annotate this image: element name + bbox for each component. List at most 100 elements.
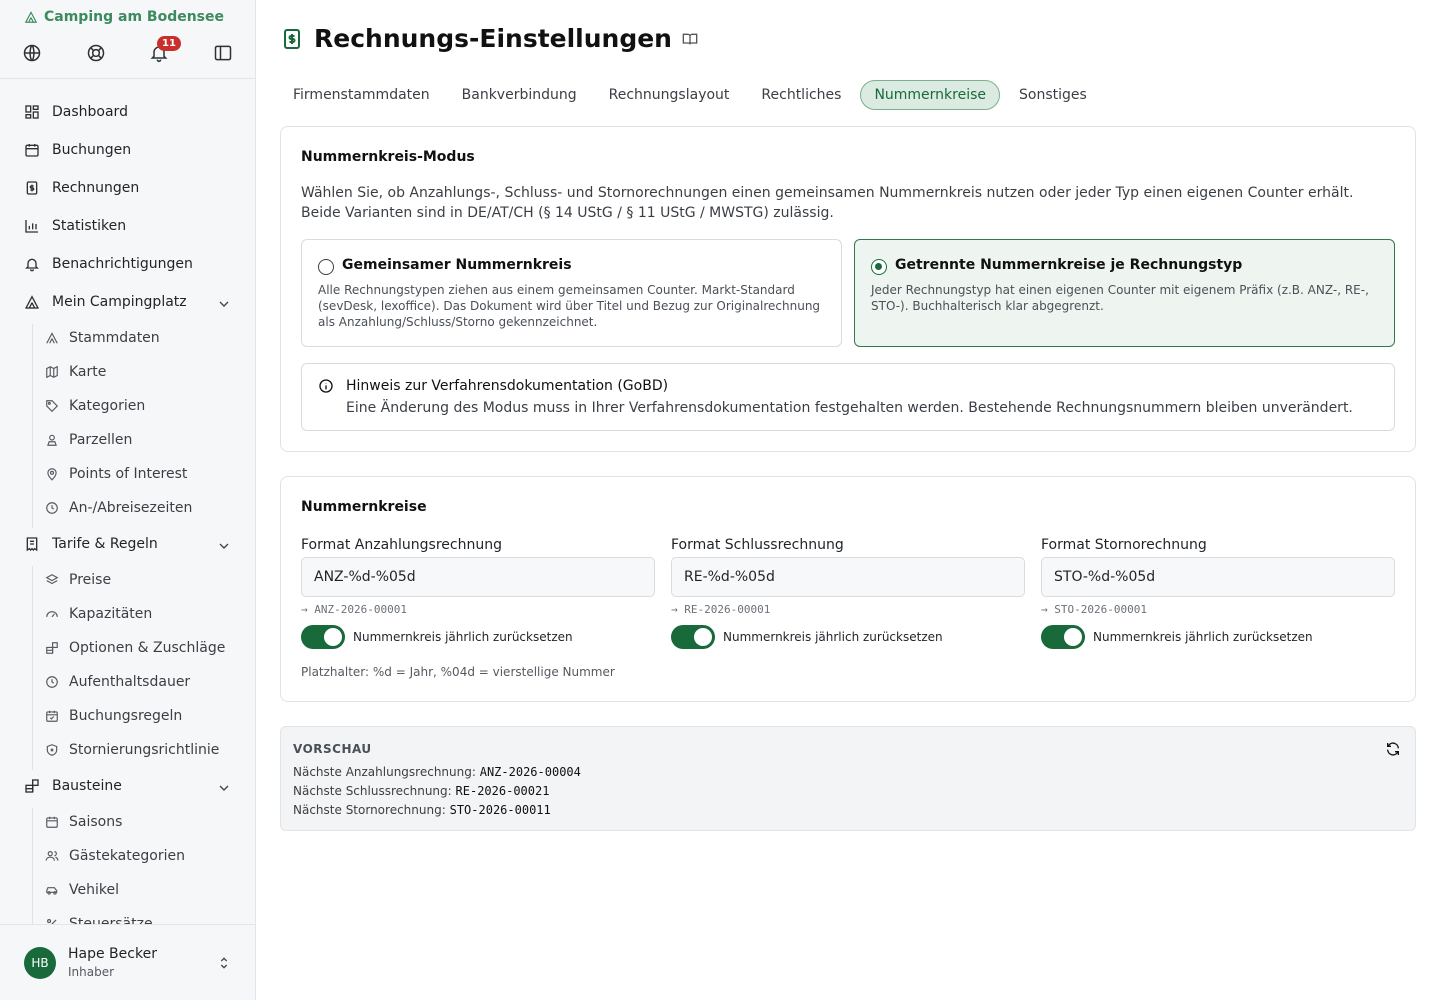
bell-icon xyxy=(25,258,39,272)
sidebar-subitem-label: Preise xyxy=(69,572,112,588)
sidebar-subitem-label: An-/Abreisezeiten xyxy=(69,500,193,516)
notifications-button[interactable]: 11 xyxy=(147,36,181,65)
sidebar-item-buchungen[interactable]: Buchungen xyxy=(24,138,131,162)
radio-shared-counter[interactable] xyxy=(318,259,334,275)
field-label: Format Stornorechnung xyxy=(1041,537,1207,553)
sidebar-item-label: Mein Campingplatz xyxy=(52,294,187,310)
option-title: Getrennte Nummernkreise je Rechnungstyp xyxy=(895,257,1243,273)
sidebar-subitem-label: Buchungsregeln xyxy=(69,708,183,724)
sidebar-item-rechnungen[interactable]: Rechnungen xyxy=(24,176,139,200)
preview-label: Nächste Stornorechnung: xyxy=(293,803,446,817)
number-ranges-title: Nummernkreise xyxy=(301,499,427,515)
mode-description-line: Wählen Sie, ob Anzahlungs-, Schluss- und… xyxy=(301,185,1354,201)
sidebar-subitem-points-of-interest[interactable]: Points of Interest xyxy=(45,463,187,485)
field-label: Format Anzahlungsrechnung xyxy=(301,537,502,553)
submenu-line xyxy=(32,808,33,924)
hint-title: Hinweis zur Verfahrensdokumentation (GoB… xyxy=(346,378,669,394)
book-open-icon[interactable] xyxy=(682,31,698,47)
sidebar-subitem-optionen[interactable]: Optionen & Zuschläge xyxy=(45,637,225,659)
tent-icon xyxy=(46,332,58,344)
calendar-icon xyxy=(46,816,58,828)
chevron-down-icon[interactable] xyxy=(216,780,232,796)
sidebar-subitem-steuersaetze[interactable]: Steuersätze xyxy=(45,913,153,924)
main-content: Rechnungs-Einstellungen Firmenstammdaten… xyxy=(256,0,1440,1000)
preview-schluss: Nächste Schlussrechnung: RE-2026-00021 xyxy=(293,784,549,798)
globe-icon xyxy=(23,44,41,62)
option-separate-counters[interactable]: Getrennte Nummernkreise je Rechnungstyp … xyxy=(854,239,1395,347)
preview-label: Nächste Anzahlungsrechnung: xyxy=(293,765,476,779)
clock-icon xyxy=(46,502,58,514)
bar-chart-icon xyxy=(25,220,38,233)
users-icon xyxy=(45,851,59,861)
sidebar-item-mein-campingplatz[interactable]: Mein Campingplatz xyxy=(24,290,187,314)
blocks-icon xyxy=(25,779,39,793)
chevron-down-icon[interactable] xyxy=(216,538,232,554)
sidebar-subitem-label: Aufenthaltsdauer xyxy=(69,674,191,690)
sidebar-subitem-vehikel[interactable]: Vehikel xyxy=(45,879,119,901)
tab-nummernkreise[interactable]: Nummernkreise xyxy=(860,80,1001,110)
submenu-line xyxy=(32,566,33,770)
sidebar-subitem-gaestekategorien[interactable]: Gästekategorien xyxy=(45,845,185,867)
language-button[interactable] xyxy=(20,41,44,65)
field-schluss: Format Schlussrechnung → RE-2026-00001 N… xyxy=(671,537,1025,649)
toggle-label: Nummernkreis jährlich zurücksetzen xyxy=(1093,630,1313,644)
radio-separate-counters[interactable] xyxy=(871,259,887,275)
sidebar-subitem-aufenthaltsdauer[interactable]: Aufenthaltsdauer xyxy=(45,671,190,693)
sidebar-subitem-kapazitaeten[interactable]: Kapazitäten xyxy=(45,603,152,625)
reset-yearly-toggle-storno[interactable] xyxy=(1041,625,1085,649)
format-schluss-input[interactable] xyxy=(671,557,1025,597)
format-anzahlung-input[interactable] xyxy=(301,557,655,597)
user-role: Inhaber xyxy=(68,965,115,979)
notification-badge: 11 xyxy=(157,36,181,51)
field-label: Format Schlussrechnung xyxy=(671,537,844,553)
toggle-sidebar-button[interactable] xyxy=(211,41,235,65)
sidebar-subitem-an-abreisezeiten[interactable]: An-/Abreisezeiten xyxy=(45,497,192,519)
mode-card-title: Nummernkreis-Modus xyxy=(301,149,475,165)
reset-yearly-row: Nummernkreis jährlich zurücksetzen xyxy=(1041,625,1395,649)
reset-yearly-toggle-anzahlung[interactable] xyxy=(301,625,345,649)
tab-rechnungslayout[interactable]: Rechnungslayout xyxy=(596,80,743,110)
map-pin-icon xyxy=(47,468,57,481)
sidebar-item-bausteine[interactable]: Bausteine xyxy=(24,774,122,798)
refresh-icon[interactable] xyxy=(1385,741,1401,757)
sidebar-subitem-saisons[interactable]: Saisons xyxy=(45,811,122,833)
sidebar-subitem-parzellen[interactable]: Parzellen xyxy=(45,429,132,451)
option-shared-counter[interactable]: Gemeinsamer Nummernkreis Alle Rechnungst… xyxy=(301,239,842,347)
toggle-label: Nummernkreis jährlich zurücksetzen xyxy=(723,630,943,644)
sidebar-subitem-karte[interactable]: Karte xyxy=(45,361,106,383)
sidebar-item-tarife-regeln[interactable]: Tarife & Regeln xyxy=(24,532,158,556)
sidebar-subitem-stammdaten[interactable]: Stammdaten xyxy=(45,327,160,349)
sidebar-divider xyxy=(0,78,256,79)
sidebar-subitem-stornierungsrichtlinie[interactable]: Stornierungsrichtlinie xyxy=(45,739,219,761)
sidebar-subitem-label: Stammdaten xyxy=(69,330,160,346)
sidebar-item-dashboard[interactable]: Dashboard xyxy=(24,100,128,124)
avatar: HB xyxy=(24,947,56,979)
sidebar-item-statistiken[interactable]: Statistiken xyxy=(24,214,126,238)
gobd-hint: Hinweis zur Verfahrensdokumentation (GoB… xyxy=(301,363,1395,431)
sidebar-subitem-label: Karte xyxy=(69,364,107,380)
number-ranges-card: Nummernkreise Format Anzahlungsrechnung … xyxy=(280,476,1416,702)
chevron-down-icon[interactable] xyxy=(216,296,232,312)
preview-value: STO-2026-00011 xyxy=(449,803,551,817)
sidebar-subitem-kategorien[interactable]: Kategorien xyxy=(45,395,145,417)
tab-firmenstammdaten[interactable]: Firmenstammdaten xyxy=(280,80,443,110)
preview-label: Nächste Schlussrechnung: xyxy=(293,784,452,798)
calendar-check-icon xyxy=(46,710,58,722)
sidebar-subitem-label: Kapazitäten xyxy=(69,606,153,622)
sidebar-subitem-buchungsregeln[interactable]: Buchungsregeln xyxy=(45,705,182,727)
brand[interactable]: Camping am Bodensee xyxy=(24,9,224,25)
tab-bankverbindung[interactable]: Bankverbindung xyxy=(449,80,590,110)
user-menu[interactable]: HB Hape Becker Inhaber xyxy=(0,924,256,1000)
map-icon xyxy=(46,365,58,379)
tab-sonstiges[interactable]: Sonstiges xyxy=(1006,80,1100,110)
preview-anzahlung: Nächste Anzahlungsrechnung: ANZ-2026-000… xyxy=(293,765,581,779)
sidebar-subitem-preise[interactable]: Preise xyxy=(45,569,111,591)
format-storno-input[interactable] xyxy=(1041,557,1395,597)
sidebar-subitem-label: Optionen & Zuschläge xyxy=(69,640,226,656)
placeholder-note: Platzhalter: %d = Jahr, %04d = vierstell… xyxy=(301,665,615,679)
reset-yearly-toggle-schluss[interactable] xyxy=(671,625,715,649)
tab-rechtliches[interactable]: Rechtliches xyxy=(748,80,854,110)
preview-heading: VORSCHAU xyxy=(293,742,372,756)
sidebar-item-benachrichtigungen[interactable]: Benachrichtigungen xyxy=(24,252,193,276)
help-button[interactable] xyxy=(84,41,108,65)
